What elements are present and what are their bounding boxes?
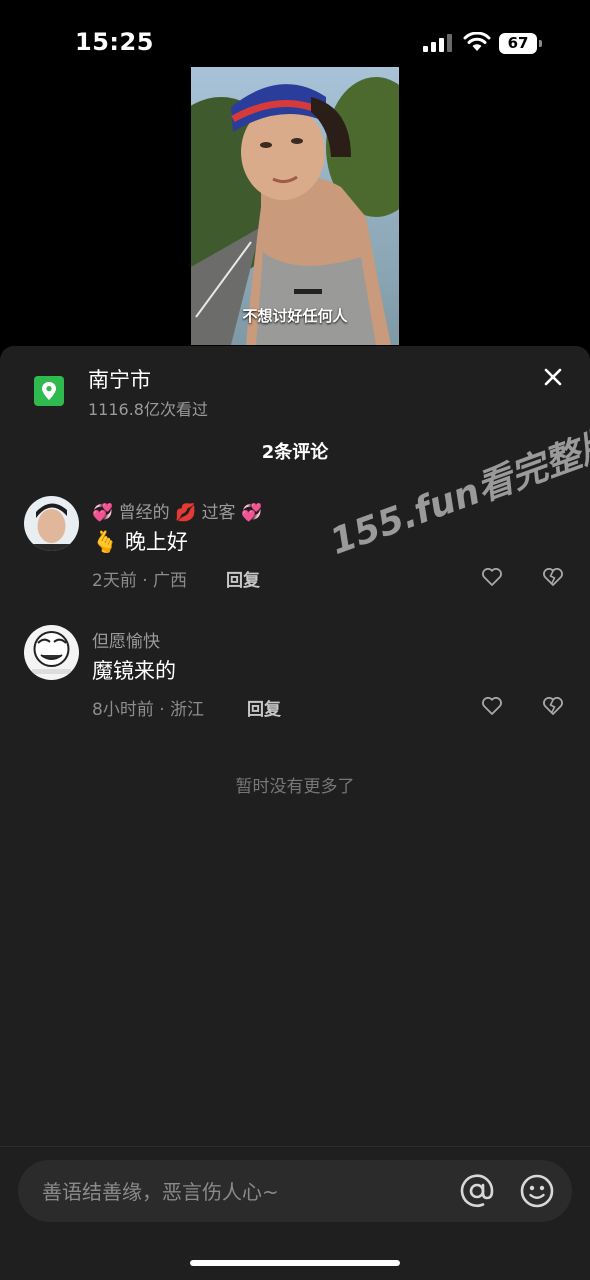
- video-preview[interactable]: 不想讨好任何人: [191, 67, 399, 345]
- heart-icon[interactable]: [481, 567, 503, 587]
- comment-region: 广西: [153, 571, 188, 591]
- location-title[interactable]: 南宁市: [88, 364, 151, 394]
- author-name-part: 过客: [201, 503, 236, 523]
- comment-text: 魔镜来的: [92, 659, 176, 683]
- home-indicator: [190, 1260, 400, 1266]
- comment-meta: 2天前 · 广西: [92, 566, 187, 591]
- location-pin-icon: [34, 376, 64, 406]
- comment-text-content: 晚上好: [124, 530, 188, 554]
- reply-button[interactable]: 回复: [226, 566, 260, 591]
- avatar[interactable]: [24, 496, 79, 551]
- location-views: 1116.8亿次看过: [88, 400, 208, 419]
- finger-heart-emoji: 🫰: [92, 530, 119, 554]
- comment-region: 浙江: [170, 700, 205, 720]
- heart-icon[interactable]: [481, 696, 503, 716]
- broken-heart-icon[interactable]: [542, 567, 564, 587]
- comment-text: 🫰 晚上好: [92, 526, 188, 556]
- comment-time: 2天前: [92, 571, 137, 591]
- double-heart-emoji: 💞: [92, 503, 114, 523]
- battery-indicator: 67: [499, 33, 537, 54]
- lips-emoji: 💋: [174, 503, 197, 523]
- comment-input[interactable]: [40, 1160, 444, 1224]
- wifi-icon: [463, 32, 491, 51]
- comment-time: 8小时前: [92, 700, 154, 720]
- meta-separator: ·: [153, 700, 171, 720]
- input-divider: [0, 1146, 590, 1147]
- comment-item: 但愿愉快 魔镜来的 8小时前 · 浙江 回复: [0, 625, 590, 735]
- meta-separator: ·: [136, 571, 154, 591]
- comment-item: 💞 曾经的 💋 过客 💞 🫰 晚上好 2天前 · 广西 回复: [0, 496, 590, 606]
- avatar[interactable]: [24, 625, 79, 680]
- cellular-signal-icon: [423, 34, 453, 52]
- reply-button[interactable]: 回复: [247, 695, 281, 720]
- comment-author[interactable]: 但愿愉快: [92, 627, 160, 652]
- battery-tip: [539, 40, 542, 47]
- status-time: 15:25: [75, 28, 154, 56]
- comment-input-bar: [18, 1160, 572, 1224]
- no-more-comments: 暂时没有更多了: [235, 777, 355, 797]
- close-icon[interactable]: [540, 364, 566, 390]
- emoji-icon[interactable]: [518, 1172, 556, 1210]
- comment-author[interactable]: 💞 曾经的 💋 过客 💞: [92, 498, 262, 523]
- at-icon[interactable]: [458, 1172, 496, 1210]
- comment-meta: 8小时前 · 浙江: [92, 695, 204, 720]
- video-thumbnail-image: [191, 67, 399, 345]
- author-name-part: 曾经的: [118, 503, 170, 523]
- broken-heart-icon[interactable]: [542, 696, 564, 716]
- video-caption: 不想讨好任何人: [242, 307, 348, 325]
- double-heart-emoji: 💞: [240, 503, 263, 523]
